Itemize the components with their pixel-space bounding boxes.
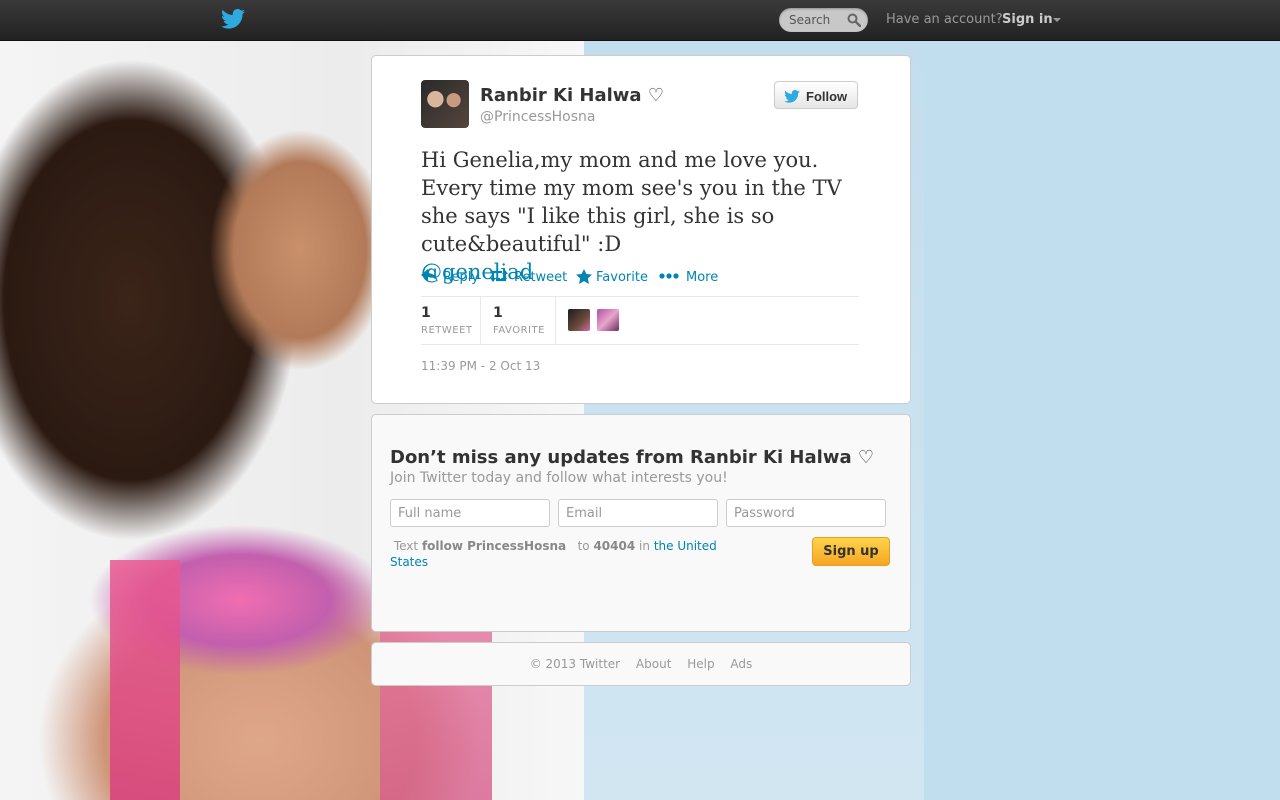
retweet-label: Retweet <box>514 270 568 285</box>
sign-up-button[interactable]: Sign up <box>812 537 890 566</box>
user-screenname[interactable]: @PrincessHosna <box>480 109 595 125</box>
more-dots-icon <box>659 273 679 279</box>
follow-button[interactable]: Follow <box>774 81 858 109</box>
retweet-stat[interactable]: 1 RETWEET <box>421 305 473 336</box>
sms-number: 40404 <box>593 539 636 553</box>
email-field[interactable] <box>558 499 718 527</box>
search-box <box>779 8 868 32</box>
signup-title: Don’t miss any updates from Ranbir Ki Ha… <box>390 447 874 468</box>
signup-subtitle: Join Twitter today and follow what inter… <box>390 470 728 486</box>
star-icon <box>576 269 592 284</box>
chevron-down-icon[interactable] <box>1053 18 1061 22</box>
favorite-count: 1 <box>493 305 503 321</box>
more-label: More <box>686 270 719 285</box>
tweet-body: Hi Genelia,my mom and me love you. Every… <box>421 148 842 256</box>
footer-link-ads[interactable]: Ads <box>730 657 752 671</box>
footer: © 2013 Twitter About Help Ads <box>371 642 911 686</box>
password-field[interactable] <box>726 499 886 527</box>
tweet-timestamp[interactable]: 11:39 PM - 2 Oct 13 <box>421 359 540 373</box>
sms-command: follow PrincessHosna <box>421 539 567 553</box>
favorite-stat[interactable]: 1 FAVORITE <box>493 305 545 336</box>
favorite-stat-label: FAVORITE <box>493 325 545 336</box>
avatar[interactable] <box>568 309 590 331</box>
tweet-text: Hi Genelia,my mom and me love you. Every… <box>421 146 861 286</box>
avatar[interactable] <box>421 80 469 128</box>
footer-link-about[interactable]: About <box>636 657 671 671</box>
tweet-actions: Reply Retweet Favorite More <box>421 268 861 288</box>
follow-button-label: Follow <box>806 89 848 104</box>
sms-text-word: Text <box>393 539 419 553</box>
user-fullname[interactable]: Ranbir Ki Halwa ♡ <box>480 85 664 106</box>
top-navigation-bar: Have an account? Sign in <box>0 0 1280 41</box>
twitter-bird-icon[interactable] <box>221 9 245 29</box>
retweet-stat-label: RETWEET <box>421 325 473 336</box>
signup-card: Don’t miss any updates from Ranbir Ki Ha… <box>371 414 911 632</box>
stat-divider <box>480 297 481 344</box>
reply-label: Reply <box>443 270 480 285</box>
retweet-count: 1 <box>421 305 431 321</box>
retweet-icon <box>490 270 508 282</box>
background-decoration <box>110 560 180 800</box>
copyright-text: © 2013 Twitter <box>529 657 621 671</box>
search-icon[interactable] <box>847 13 861 27</box>
tweet-card: Ranbir Ki Halwa ♡ @PrincessHosna Follow … <box>371 55 911 404</box>
sms-in-word: in <box>639 539 650 553</box>
sign-in-link[interactable]: Sign in <box>1002 12 1053 27</box>
avatar[interactable] <box>597 309 619 331</box>
search-input[interactable] <box>789 8 841 32</box>
twitter-bird-icon <box>784 90 800 103</box>
full-name-field[interactable] <box>390 499 550 527</box>
have-account-text: Have an account? <box>886 12 1003 27</box>
stat-divider <box>555 297 556 344</box>
footer-links: © 2013 Twitter About Help Ads <box>372 657 910 671</box>
reply-icon <box>421 269 438 282</box>
sms-follow-text: Text follow PrincessHosna to 40404 in th… <box>390 538 730 570</box>
footer-link-help[interactable]: Help <box>687 657 714 671</box>
favorite-label: Favorite <box>596 270 648 285</box>
tweet-stats: 1 RETWEET 1 FAVORITE <box>421 296 859 345</box>
sms-to-word: to <box>577 539 590 553</box>
